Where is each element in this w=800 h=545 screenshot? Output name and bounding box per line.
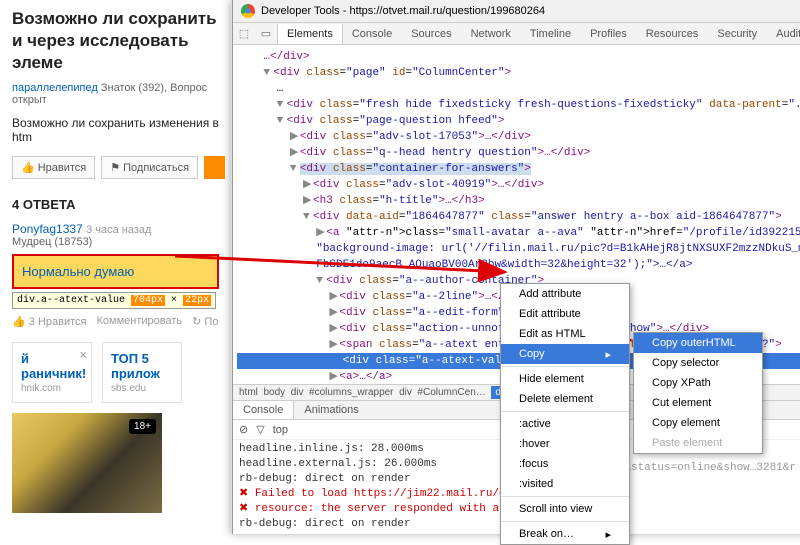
close-icon[interactable]: ×	[79, 347, 87, 362]
console-tab[interactable]: Animations	[294, 401, 368, 419]
age-badge: 18+	[129, 419, 156, 434]
menu-item[interactable]: Edit as HTML	[501, 324, 629, 344]
menu-item[interactable]: :hover	[501, 434, 629, 454]
answer-share[interactable]: ↻ По	[192, 315, 218, 328]
asker-link[interactable]: параллелепипед	[12, 82, 98, 94]
menu-item[interactable]: Copy	[501, 344, 629, 364]
like-button[interactable]: 👍Нравится	[12, 156, 95, 179]
console-tab[interactable]: Console	[233, 401, 294, 419]
dom-node[interactable]: FbSDE1do9aecB_AOuaoBV00Ar8bw&width=32&he…	[237, 257, 800, 273]
answer-time: 3 часа назад	[86, 224, 151, 236]
devtools-tab-timeline[interactable]: Timeline	[521, 24, 581, 44]
devtools-tab-elements[interactable]: Elements	[277, 24, 343, 44]
dom-node[interactable]: "background-image: url('//filin.mail.ru/…	[237, 241, 800, 257]
devtools-tab-audits[interactable]: Audits	[767, 24, 800, 44]
thumb-icon: 👍	[21, 161, 35, 174]
subscribe-button[interactable]: ⚑Подписаться	[101, 156, 198, 179]
filter-icon[interactable]: ▽	[256, 423, 264, 436]
menu-item[interactable]: Hide element	[501, 369, 629, 389]
menu-item[interactable]: Copy selector	[634, 353, 762, 373]
menu-item[interactable]: Break on…	[501, 524, 629, 544]
answer-item: Ponyfag1337 3 часа назад Мудрец (18753)	[12, 222, 219, 248]
devtools-tab-profiles[interactable]: Profiles	[581, 24, 637, 44]
menu-item[interactable]: Edit attribute	[501, 304, 629, 324]
dom-node[interactable]: ▶<div class="q--head hentry question">…<…	[237, 145, 800, 161]
context-menu[interactable]: Add attributeEdit attributeEdit as HTMLC…	[500, 283, 630, 545]
dom-node[interactable]: ▶<a "attr-n">class="small-avatar a--ava"…	[237, 225, 800, 241]
chrome-icon	[241, 4, 255, 18]
question-meta: параллелепипед Знаток (392), Вопрос откр…	[12, 82, 219, 106]
device-icon[interactable]: ▭	[255, 23, 277, 44]
devtools-tab-sources[interactable]: Sources	[402, 24, 461, 44]
menu-item[interactable]: Copy element	[634, 413, 762, 433]
flag-icon: ⚑	[110, 161, 120, 174]
menu-item[interactable]: Scroll into view	[501, 499, 629, 519]
answers-heading: 4 ОТВЕТА	[12, 197, 219, 212]
dom-node[interactable]: ▼<div class="page-question hfeed">	[237, 113, 800, 129]
thumbnail-image[interactable]: 18+	[12, 413, 162, 513]
answer-text-highlighted: Нормально думаю	[12, 254, 219, 289]
menu-item[interactable]: Copy XPath	[634, 373, 762, 393]
menu-item[interactable]: :active	[501, 414, 629, 434]
context-select[interactable]: top	[273, 424, 288, 436]
inspect-icon[interactable]: ⬚	[233, 23, 255, 44]
dom-node[interactable]: ▼<div class="container-for-answers">	[237, 161, 800, 177]
inspector-tooltip: div.a--atext-value 704px × 22px	[12, 292, 216, 309]
devtools-tab-resources[interactable]: Resources	[637, 24, 709, 44]
devtools-tab-console[interactable]: Console	[343, 24, 402, 44]
answer-user-link[interactable]: Ponyfag1337	[12, 222, 83, 236]
menu-item[interactable]: Delete element	[501, 389, 629, 409]
answer-actions: 👍 3 Нравится Комментировать ↻ По	[12, 315, 219, 328]
menu-item[interactable]: :visited	[501, 474, 629, 494]
context-submenu[interactable]: Copy outerHTMLCopy selectorCopy XPathCut…	[633, 332, 763, 454]
menu-item[interactable]: Copy outerHTML	[634, 333, 762, 353]
dom-node[interactable]: ▼<div class="page" id="ColumnCenter">	[237, 65, 800, 81]
devtools-tab-security[interactable]: Security	[708, 24, 767, 44]
dom-node[interactable]: ▶<h3 class="h-title">…</h3>	[237, 193, 800, 209]
promo-card[interactable]: ТОП 5 прилож sbs.edu	[102, 342, 182, 403]
question-title: Возможно ли сохранить и через исследоват…	[12, 8, 219, 74]
dom-node[interactable]: ▶<div class="adv-slot-17053">…</div>	[237, 129, 800, 145]
question-body: Возможно ли сохранить изменения в htm	[12, 116, 219, 144]
dom-node[interactable]: ▼<div data-aid="1864647877" class="answe…	[237, 209, 800, 225]
clear-icon[interactable]: ⊘	[239, 423, 248, 436]
menu-item[interactable]: Cut element	[634, 393, 762, 413]
devtools-window-title: Developer Tools - https://otvet.mail.ru/…	[233, 0, 800, 23]
answer-like[interactable]: 👍 3 Нравится	[12, 315, 86, 328]
answer-comment[interactable]: Комментировать	[96, 315, 182, 328]
menu-item[interactable]: Add attribute	[501, 284, 629, 304]
dom-node[interactable]: ▶<div class="adv-slot-40919">…</div>	[237, 177, 800, 193]
menu-item[interactable]: :focus	[501, 454, 629, 474]
dom-node[interactable]: ▼<div class="fresh hide fixedsticky fres…	[237, 97, 800, 113]
answer-rank: Мудрец (18753)	[12, 236, 219, 248]
dom-node[interactable]: …</div>	[237, 49, 800, 65]
devtools-tab-network[interactable]: Network	[462, 24, 521, 44]
menu-item[interactable]: Paste element	[634, 433, 762, 453]
dom-node[interactable]: …	[237, 81, 800, 97]
promo-card[interactable]: × й раничник! hnik.com	[12, 342, 92, 403]
answer-button[interactable]	[204, 156, 225, 179]
